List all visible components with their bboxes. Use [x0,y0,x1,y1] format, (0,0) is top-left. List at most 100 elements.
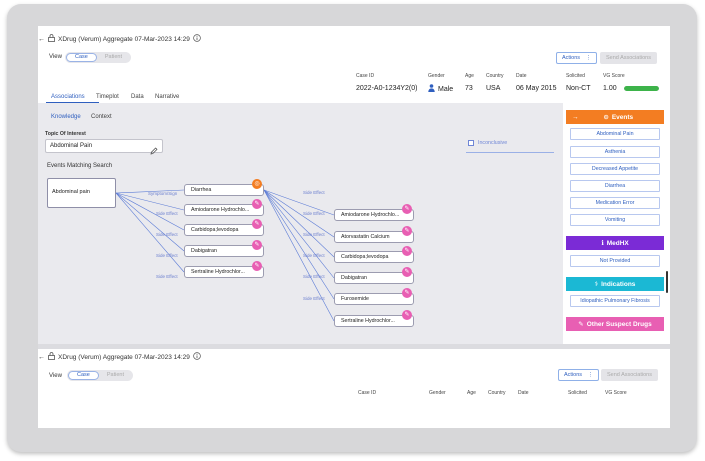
window-title: ← XDrug (Verum) Aggregate 07-Mar-2023 14… [38,34,201,44]
label-gender: Gender [428,73,445,79]
event-item[interactable]: Asthenia [570,146,660,158]
case-title: XDrug (Verum) Aggregate 07-Mar-2023 14:2… [58,35,190,43]
case-title-2: XDrug (Verum) Aggregate 07-Mar-2023 14:2… [58,353,190,361]
panel-scrollbar[interactable] [666,271,668,293]
pill-icon: ✎ [578,321,584,328]
info-icon[interactable] [193,352,201,362]
send-associations-button-2[interactable]: Send Associations [601,369,658,381]
label-country: Country [486,73,504,79]
associations-workspace: Knowledge Context Topic Of Interest Abdo… [38,103,563,344]
date-value: 06 May 2015 [516,85,557,92]
toggle-patient[interactable]: Patient [97,53,130,62]
more-vertical-icon: ⋮ [585,55,592,61]
edge-label-side-effect: Side Effect [156,232,178,237]
actions-button[interactable]: Actions ⋮ [556,52,598,64]
actions-button-2[interactable]: Actions ⋮ [558,369,600,381]
indication-item[interactable]: Idiopathic Pulmonary Fibrosis [570,295,660,307]
target-icon: ⊙ [603,114,609,121]
view-toggle[interactable]: Case Patient [65,52,131,63]
pill-icon[interactable]: ✎ [252,261,262,271]
more-vertical-icon: ⋮ [587,372,594,378]
view-label: View [49,54,62,60]
tab-narrative[interactable]: Narrative [155,94,179,100]
window-title-2: ← XDrug (Verum) Aggregate 07-Mar-2023 14… [38,352,201,362]
root-node[interactable]: Abdominal pain [47,178,116,208]
event-item[interactable]: Abdominal Pain [570,128,660,140]
edge-label-side-effect: Side Effect [303,232,325,237]
vg-score-bar-fill [624,86,659,91]
toggle-patient-2[interactable]: Patient [99,371,132,380]
graph-connectors [115,189,335,322]
pill-icon[interactable]: ✎ [252,219,262,229]
tab-data[interactable]: Data [131,94,144,100]
edge-label-side-effect: Side Effect [303,190,325,195]
section-divider [38,344,670,349]
arrow-right-icon: → [572,113,579,121]
pill-icon[interactable]: ✎ [402,246,412,256]
pill-icon[interactable]: ✎ [402,288,412,298]
view-toggle-2[interactable]: Case Patient [67,370,133,381]
indications-panel-header[interactable]: ⚕ Indications [566,277,664,291]
info-icon: ℹ [601,240,604,247]
edge-label-side-effect: Side Effect [156,274,178,279]
send-associations-button[interactable]: Send Associations [600,52,657,64]
gender-value: Male [438,85,454,93]
edge-label-symptom: Symptom/Sign [148,191,178,196]
suspect-drugs-panel-header[interactable]: ✎ Other Suspect Drugs [566,317,664,331]
age-value: 73 [465,85,473,92]
solicited-value: Non-CT [566,85,591,92]
events-panel-header[interactable]: → ⊙ Events [566,110,664,124]
label-date: Date [516,73,527,79]
vg-score-bar [624,86,659,91]
label-solicited-2: Solicited [568,390,587,396]
back-arrow-icon[interactable]: ← [38,354,45,361]
label-vg-score-2: VG Score [605,390,627,396]
event-item[interactable]: Decreased Appetite [570,163,660,175]
back-arrow-icon[interactable]: ← [38,36,45,43]
label-country-2: Country [488,390,506,396]
label-date-2: Date [518,390,529,396]
view-label-2: View [49,373,62,379]
root-node-label: Abdominal pain [52,189,90,195]
label-solicited: Solicited [566,73,585,79]
pill-icon[interactable]: ✎ [402,226,412,236]
event-item[interactable]: Vomiting [570,214,660,226]
graph-edge [263,189,335,300]
label-vg-score: VG Score [603,73,625,79]
app-screen: ← XDrug (Verum) Aggregate 07-Mar-2023 14… [38,26,670,428]
pill-icon[interactable]: ✎ [252,199,262,209]
gender-value-wrap: Male [428,84,453,94]
event-item[interactable]: Medication Error [570,197,660,209]
pill-icon[interactable]: ✎ [402,310,412,320]
label-case-id-2: Case ID [358,390,377,396]
graph-edge [263,189,335,258]
toggle-case-2[interactable]: Case [68,371,99,380]
tab-associations[interactable]: Associations [51,94,85,100]
edge-label-side-effect: Side Effect [303,211,325,216]
country-value: USA [486,85,501,92]
edge-label-side-effect: Side Effect [303,274,325,279]
label-age-2: Age [467,390,476,396]
pill-icon[interactable]: ✎ [402,204,412,214]
target-icon[interactable]: ◎ [252,179,262,189]
medhx-item[interactable]: Not Provided [570,255,660,267]
edge-label-side-effect: Side Effect [303,253,325,258]
medical-icon: ⚕ [594,281,599,288]
lock-icon [48,352,55,362]
label-age: Age [465,73,474,79]
pill-icon[interactable]: ✎ [252,240,262,250]
edge-label-side-effect: Side Effect [303,296,325,301]
lock-icon [48,34,55,44]
info-icon[interactable] [193,34,201,44]
tab-timeplot[interactable]: Timeplot [96,94,119,100]
event-item[interactable]: Diarrhea [570,180,660,192]
medhx-panel-header[interactable]: ℹ MedHX [566,236,664,250]
toggle-case[interactable]: Case [66,53,97,62]
person-icon [428,84,435,94]
pill-icon[interactable]: ✎ [402,267,412,277]
edge-label-side-effect: Side Effect [156,253,178,258]
edge-label-side-effect: Side Effect [156,211,178,216]
label-case-id: Case ID [356,73,375,79]
label-gender-2: Gender [429,390,446,396]
case-id-value: 2022-A0-1234Y2(0) [356,85,418,92]
